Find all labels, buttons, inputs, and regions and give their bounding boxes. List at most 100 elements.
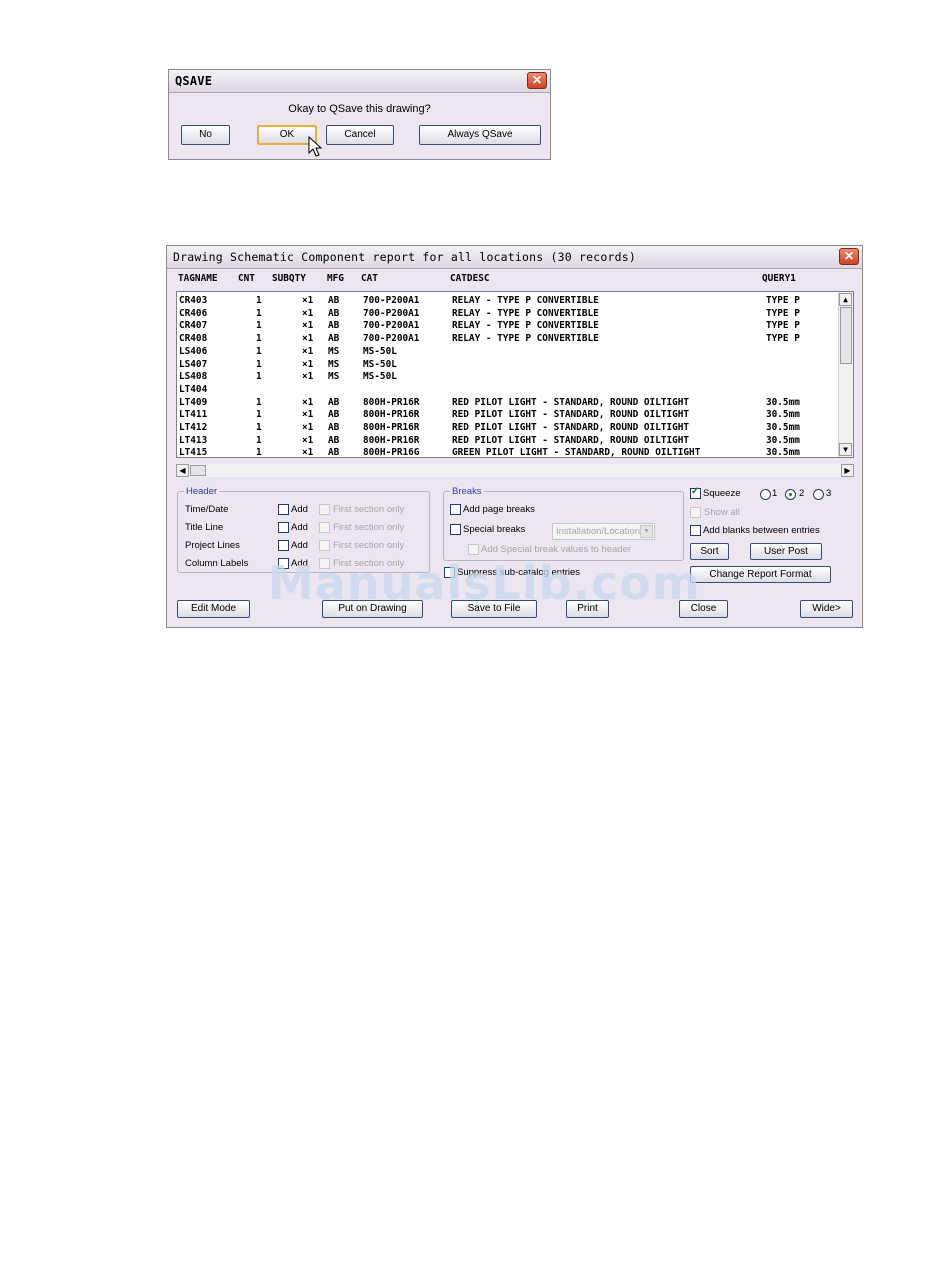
cell-query: TYPE P (766, 295, 800, 306)
column-header-query1[interactable]: QUERY1 (762, 273, 796, 284)
add-title-line-label: Add (291, 522, 308, 533)
cell-cat: 700-P200A1 (363, 333, 420, 345)
column-header-catdesc[interactable]: CATDESC (450, 273, 490, 284)
cell-cat: 800H-PR16R (363, 396, 420, 408)
cell-cat: 800H-PR16R (363, 409, 420, 421)
first-section-project-lines-checkbox[interactable] (319, 540, 330, 551)
cell-tag: CR403 (179, 295, 208, 306)
cell-subqty: ×1 (302, 333, 314, 345)
cell-tag: LT413 (179, 434, 208, 446)
cell-subqty: ×1 (302, 447, 314, 458)
table-row[interactable]: CR407 1 ×1 AB 700-P200A1 RELAY - TYPE P CONVE… (177, 320, 853, 333)
column-header-tagname[interactable]: TAGNAME (178, 273, 218, 284)
qsave-dialog: QSAVE ✕ Okay to QSave this drawing? No O… (168, 69, 551, 160)
add-project-lines-checkbox[interactable] (278, 540, 289, 551)
cancel-button[interactable]: Cancel (326, 125, 394, 145)
cell-query: 30.5mm (766, 434, 800, 446)
squeeze-option-1-radio[interactable] (760, 489, 771, 500)
squeeze-option-2-radio[interactable] (785, 489, 796, 500)
add-time-date-checkbox[interactable] (278, 504, 289, 515)
squeeze-checkbox[interactable] (690, 486, 701, 499)
qsave-titlebar[interactable]: QSAVE ✕ (169, 70, 550, 93)
chevron-down-icon[interactable]: ▼ (640, 525, 653, 538)
scroll-down-icon[interactable]: ▼ (839, 443, 852, 456)
cell-tag: CR408 (179, 333, 208, 345)
column-header-cnt[interactable]: CNT (238, 273, 255, 284)
cell-cat: 800H-PR16R (363, 422, 420, 433)
first-section-project-lines-label: First section only (333, 540, 405, 551)
cell-query: 30.5mm (766, 396, 800, 408)
cell-query: TYPE P (766, 320, 800, 332)
cell-cat: 800H-PR16R (363, 434, 420, 446)
column-header-cat[interactable]: CAT (361, 273, 378, 284)
cell-desc: RED PILOT LIGHT - STANDARD, ROUND OILTIG… (452, 434, 690, 446)
cell-query: 30.5mm (766, 447, 800, 458)
scroll-thumb[interactable] (840, 307, 852, 364)
cell-mfg: MS (328, 358, 340, 370)
cell-tag: LS406 (179, 345, 208, 357)
column-header-subqty[interactable]: SUBQTY (272, 273, 306, 284)
cell-tag: CR407 (179, 320, 208, 332)
cell-subqty: ×1 (302, 345, 314, 357)
close-icon[interactable]: ✕ (527, 72, 547, 89)
table-row[interactable]: CR408 1 ×1 AB 700-P200A1 RELAY - TYPE P CONVE… (177, 333, 853, 346)
cell-subqty: ×1 (302, 295, 314, 306)
header-label-time-date: Time/Date (185, 504, 229, 515)
show-all-checkbox[interactable] (690, 507, 701, 518)
table-row[interactable]: LT409 1 ×1 AB 800H-PR16R RED PILOT LIGHT - ST… (177, 397, 853, 410)
change-report-format-button[interactable]: Change Report Format (690, 566, 831, 583)
edit-mode-button[interactable]: Edit Mode (177, 600, 250, 618)
add-page-breaks-checkbox[interactable] (450, 504, 461, 515)
table-row[interactable]: LT415 1 ×1 AB 800H-PR16G GREEN PILOT LIGHT - … (177, 447, 853, 458)
squeeze-option-3-radio[interactable] (813, 489, 824, 500)
special-breaks-label: Special breaks (463, 524, 526, 535)
table-row[interactable]: LS407 1 ×1 MS MS-50L (177, 359, 853, 372)
add-title-line-checkbox[interactable] (278, 522, 289, 533)
first-section-title-line-checkbox[interactable] (319, 522, 330, 533)
table-row[interactable]: LT412 1 ×1 AB 800H-PR16R RED PILOT LIGHT - ST… (177, 422, 853, 435)
no-button[interactable]: No (181, 125, 230, 145)
table-row[interactable]: LT411 1 ×1 AB 800H-PR16R RED PILOT LIGHT - ST… (177, 409, 853, 422)
report-titlebar[interactable]: Drawing Schematic Component report for a… (167, 246, 862, 269)
cell-subqty: ×1 (302, 422, 314, 433)
user-post-button[interactable]: User Post (750, 543, 822, 560)
mouse-pointer-icon (308, 136, 323, 157)
report-title: Drawing Schematic Component report for a… (173, 250, 637, 264)
scroll-left-icon[interactable]: ◀ (176, 464, 189, 477)
vertical-scrollbar[interactable]: ▲ ▼ (838, 292, 853, 457)
cell-tag: LT415 (179, 447, 208, 458)
special-breaks-checkbox[interactable] (450, 524, 461, 535)
add-special-break-values-checkbox[interactable] (468, 544, 479, 555)
table-row[interactable]: LT413 1 ×1 AB 800H-PR16R RED PILOT LIGHT - ST… (177, 435, 853, 448)
table-row[interactable]: LS406 1 ×1 MS MS-50L (177, 346, 853, 359)
hscroll-thumb[interactable] (190, 465, 206, 476)
first-section-time-date-label: First section only (333, 504, 405, 515)
first-section-time-date-checkbox[interactable] (319, 504, 330, 515)
close-icon[interactable]: ✕ (839, 248, 859, 265)
column-header-mfg[interactable]: MFG (327, 273, 344, 284)
special-breaks-select[interactable]: Installation/Location ▼ (552, 523, 655, 540)
watermark: ManualsLib.com (268, 556, 701, 610)
cell-mfg: AB (328, 447, 340, 458)
table-row[interactable]: CR403 1 ×1 AB 700-P200A1 RELAY - TYPE P CONVE… (177, 295, 853, 308)
header-label-title-line: Title Line (185, 522, 224, 533)
scroll-up-icon[interactable]: ▲ (839, 293, 852, 306)
always-qsave-button[interactable]: Always QSave (419, 125, 541, 145)
add-project-lines-label: Add (291, 540, 308, 551)
table-row[interactable]: LS408 1 ×1 MS MS-50L (177, 371, 853, 384)
table-row[interactable]: CR406 1 ×1 AB 700-P200A1 RELAY - TYPE P CONVE… (177, 308, 853, 321)
cell-cnt: 1 (256, 295, 262, 306)
add-blanks-checkbox[interactable] (690, 525, 701, 536)
cell-tag: LT412 (179, 422, 208, 433)
cell-tag: LS408 (179, 371, 208, 383)
cell-desc: RELAY - TYPE P CONVERTIBLE (452, 307, 599, 319)
squeeze-option-2-label: 2 (799, 488, 805, 499)
horizontal-scrollbar[interactable]: ◀ ▶ (176, 464, 854, 477)
scroll-right-icon[interactable]: ▶ (841, 464, 854, 477)
cell-query: 30.5mm (766, 409, 800, 421)
cell-tag: LT411 (179, 409, 208, 421)
wide-button[interactable]: Wide> (800, 600, 853, 618)
cell-cnt: 1 (256, 409, 262, 421)
report-listbox[interactable]: CR403 1 ×1 AB 700-P200A1 RELAY - TYPE P CONVE… (176, 291, 854, 458)
table-row[interactable]: LT404 (177, 384, 853, 397)
